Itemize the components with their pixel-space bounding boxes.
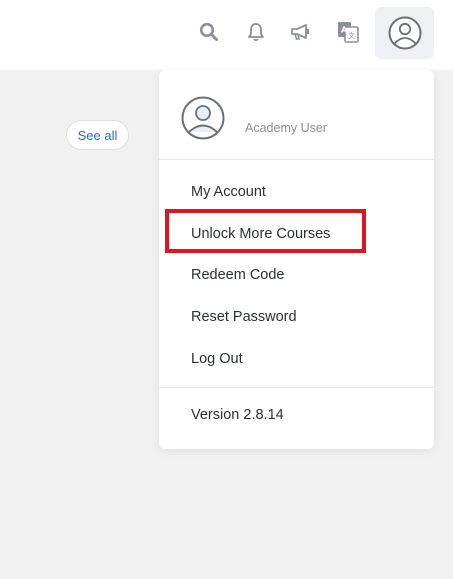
- user-menu-dropdown: Academy User My Account Unlock More Cour…: [159, 70, 434, 449]
- menu-divider: [159, 387, 434, 388]
- user-avatar-icon: [181, 96, 225, 140]
- app-version: Version 2.8.14: [191, 407, 284, 423]
- menu-item-my-account[interactable]: My Account: [191, 184, 266, 200]
- menu-item-reset-password[interactable]: Reset Password: [191, 309, 297, 325]
- see-all-button[interactable]: See all: [66, 120, 129, 150]
- menu-item-log-out[interactable]: Log Out: [191, 351, 243, 367]
- translate-icon[interactable]: A 文: [334, 18, 362, 46]
- search-icon[interactable]: [195, 18, 223, 46]
- megaphone-icon[interactable]: [287, 18, 315, 46]
- top-bar: A 文: [0, 0, 453, 70]
- user-role: Academy User: [245, 121, 327, 135]
- bell-icon[interactable]: [242, 18, 270, 46]
- svg-text:文: 文: [348, 31, 355, 40]
- user-avatar-button[interactable]: [375, 7, 434, 59]
- user-avatar-icon: [388, 16, 421, 50]
- menu-item-unlock-more-courses[interactable]: Unlock More Courses: [191, 226, 330, 242]
- user-menu-header: Academy User: [159, 70, 434, 160]
- svg-text:A: A: [341, 26, 348, 35]
- menu-item-redeem-code[interactable]: Redeem Code: [191, 267, 285, 283]
